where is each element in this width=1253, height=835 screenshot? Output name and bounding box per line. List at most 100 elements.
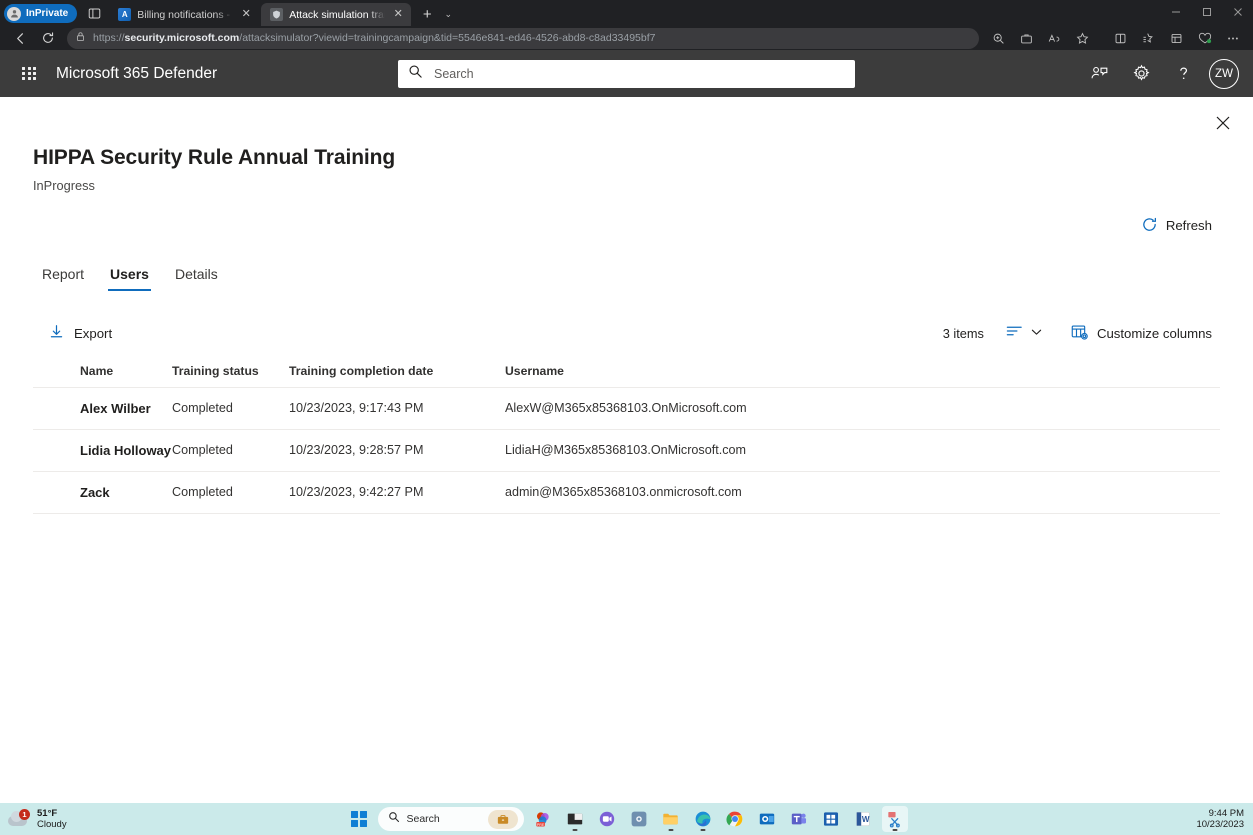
tab-users[interactable]: Users (97, 259, 162, 291)
taskbar-search-placeholder: Search (406, 813, 440, 825)
cell-date: 10/23/2023, 9:42:27 PM (289, 485, 424, 500)
customize-columns-label: Customize columns (1096, 325, 1212, 341)
global-search[interactable] (398, 59, 855, 88)
more-options-icon[interactable] (1219, 28, 1246, 49)
outlook-new-icon[interactable] (754, 806, 780, 832)
edge-browser-icon[interactable] (690, 806, 716, 832)
split-screen-icon[interactable] (1107, 28, 1134, 49)
collections-icon[interactable] (1163, 28, 1190, 49)
close-window-icon[interactable] (1222, 0, 1253, 23)
snipping-tool-icon[interactable] (881, 806, 908, 832)
refresh-button[interactable]: Refresh (1135, 212, 1218, 240)
back-icon[interactable] (7, 27, 33, 49)
close-icon[interactable]: ✕ (239, 8, 253, 22)
browser-tab-billing[interactable]: A Billing notifications - Microsoft 3 ✕ (109, 3, 259, 26)
help-question-icon[interactable] (1165, 56, 1201, 92)
close-icon[interactable]: ✕ (391, 8, 405, 22)
search-icon (408, 64, 423, 84)
cloudy-weather-icon: 1 (8, 809, 30, 828)
clock-time: 9:44 PM (1208, 807, 1244, 819)
weather-widget[interactable]: 1 51°F Cloudy (0, 808, 180, 830)
tab-title: Attack simulation training - Micr (289, 8, 386, 21)
page-title: HIPPA Security Rule Annual Training (33, 146, 396, 169)
favorite-star-icon[interactable] (1069, 28, 1096, 49)
browser-address-bar: https://security.microsoft.com/attacksim… (0, 26, 1253, 50)
url-field[interactable]: https://security.microsoft.com/attacksim… (67, 27, 979, 49)
browser-toolbar-icons (985, 28, 1246, 49)
teams-new-icon[interactable] (786, 806, 812, 832)
notification-badge: 1 (19, 809, 30, 820)
clock-date: 10/23/2023 (1196, 819, 1244, 830)
table-row[interactable]: Zack Completed 10/23/2023, 9:42:27 PM ad… (33, 472, 1220, 514)
briefcase-icon[interactable] (487, 809, 518, 829)
tab-report[interactable]: Report (33, 259, 97, 291)
word-icon[interactable]: W (850, 806, 876, 832)
cell-username: admin@M365x85368103.onmicrosoft.com (505, 485, 742, 500)
tab-search-button[interactable] (81, 2, 107, 24)
sort-filter-button[interactable] (1000, 319, 1048, 348)
table-toolbar: Export 3 items Customize columns (33, 319, 1220, 348)
file-explorer-dark-icon[interactable] (562, 806, 588, 832)
table-row[interactable]: Alex Wilber Completed 10/23/2023, 9:17:4… (33, 388, 1220, 430)
defender-favicon-icon (270, 8, 284, 21)
url-text: https://security.microsoft.com/attacksim… (93, 32, 971, 44)
browser-essentials-icon[interactable] (1191, 28, 1218, 49)
cell-status: Completed (172, 401, 233, 416)
settings-gear-icon[interactable] (626, 806, 652, 832)
tab-title: Billing notifications - Microsoft 3 (137, 8, 233, 21)
add-favorite-icon[interactable] (1135, 28, 1162, 49)
taskbar-search[interactable]: Search (377, 807, 524, 831)
export-button[interactable]: Export (35, 320, 120, 346)
close-panel-icon[interactable] (1207, 107, 1239, 139)
table-row[interactable]: Lidia Holloway Completed 10/23/2023, 9:2… (33, 430, 1220, 472)
search-input[interactable] (434, 66, 845, 81)
column-header-name[interactable]: Name (33, 364, 172, 378)
office-copilot-icon[interactable]: PRE (530, 806, 556, 832)
toolbar-right: 3 items Customize columns (943, 319, 1218, 348)
cell-name: Lidia Holloway (80, 442, 172, 458)
column-header-status[interactable]: Training status (172, 364, 289, 378)
read-aloud-icon[interactable] (1041, 28, 1068, 49)
start-button[interactable] (346, 806, 372, 832)
inprivate-label: InPrivate (26, 8, 69, 19)
app-launcher-icon[interactable] (14, 59, 44, 89)
cell-name: Zack (80, 484, 110, 500)
taskbar-clock[interactable]: 9:44 PM 10/23/2023 (1196, 808, 1244, 831)
microsoft-store-icon[interactable] (818, 806, 844, 832)
windows-taskbar: 1 51°F Cloudy Search PRE W 9:44 PM 10/23… (0, 803, 1253, 835)
column-header-date[interactable]: Training completion date (289, 364, 505, 378)
new-tab-button[interactable]: + (416, 3, 438, 25)
cell-date: 10/23/2023, 9:17:43 PM (289, 401, 424, 416)
settings-gear-icon[interactable] (1123, 56, 1159, 92)
cell-status: Completed (172, 443, 233, 458)
chevron-down-icon[interactable]: ⌄ (438, 3, 458, 25)
m365-app-bar: Microsoft 365 Defender ZW (0, 50, 1253, 97)
inprivate-badge[interactable]: InPrivate (4, 4, 78, 23)
maximize-icon[interactable] (1191, 0, 1222, 23)
reload-icon[interactable] (35, 27, 61, 49)
users-table: Name Training status Training completion… (33, 364, 1220, 514)
avatar[interactable]: ZW (1209, 58, 1239, 89)
billing-favicon-icon: A (118, 8, 132, 21)
sort-filter-icon (1006, 324, 1023, 343)
column-header-username[interactable]: Username (505, 364, 1220, 378)
teams-video-icon[interactable] (594, 806, 620, 832)
zoom-icon[interactable] (985, 28, 1012, 49)
people-chat-icon[interactable] (1081, 56, 1117, 92)
browser-tab-attack-simulation[interactable]: Attack simulation training - Micr ✕ (261, 3, 412, 26)
tab-details[interactable]: Details (162, 259, 231, 291)
minimize-icon[interactable] (1160, 0, 1191, 23)
inprivate-avatar-icon (7, 6, 21, 21)
chevron-down-icon[interactable] (1031, 328, 1042, 338)
download-icon (49, 324, 64, 342)
briefcase-icon[interactable] (1013, 28, 1040, 49)
training-campaign-panel: HIPPA Security Rule Annual Training InPr… (0, 97, 1253, 803)
chrome-browser-icon[interactable] (722, 806, 748, 832)
file-explorer-icon[interactable] (658, 806, 684, 832)
taskbar-right: 9:44 PM 10/23/2023 (1196, 808, 1253, 831)
lock-icon (75, 29, 86, 47)
app-bar-actions: ZW (1081, 56, 1243, 92)
customize-columns-button[interactable]: Customize columns (1065, 319, 1218, 348)
brand-title[interactable]: Microsoft 365 Defender (56, 65, 217, 83)
url-domain: security.microsoft.com (124, 32, 240, 44)
